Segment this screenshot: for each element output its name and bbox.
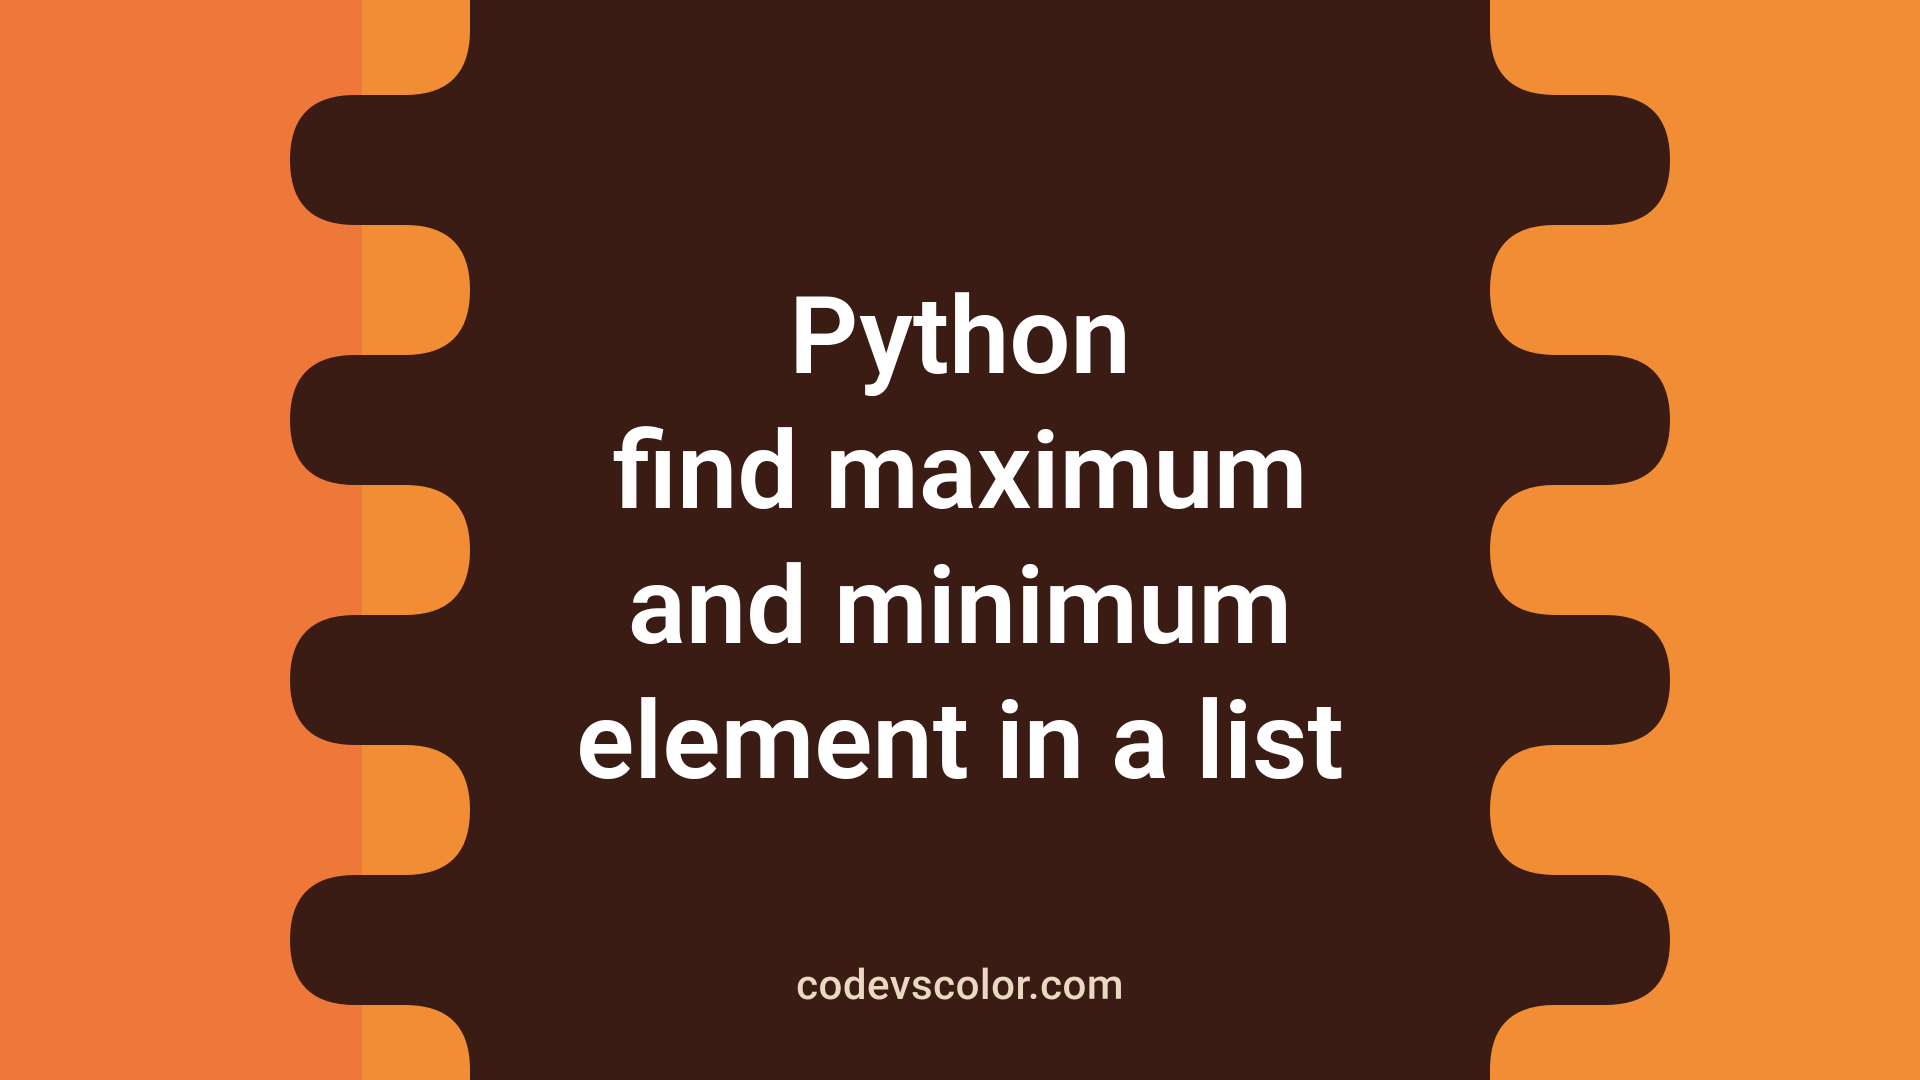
site-credit: codevscolor.com bbox=[796, 961, 1124, 1010]
headline-text: Python find maximum and minimum element … bbox=[576, 270, 1344, 810]
hero-banner: Python find maximum and minimum element … bbox=[0, 0, 1920, 1080]
